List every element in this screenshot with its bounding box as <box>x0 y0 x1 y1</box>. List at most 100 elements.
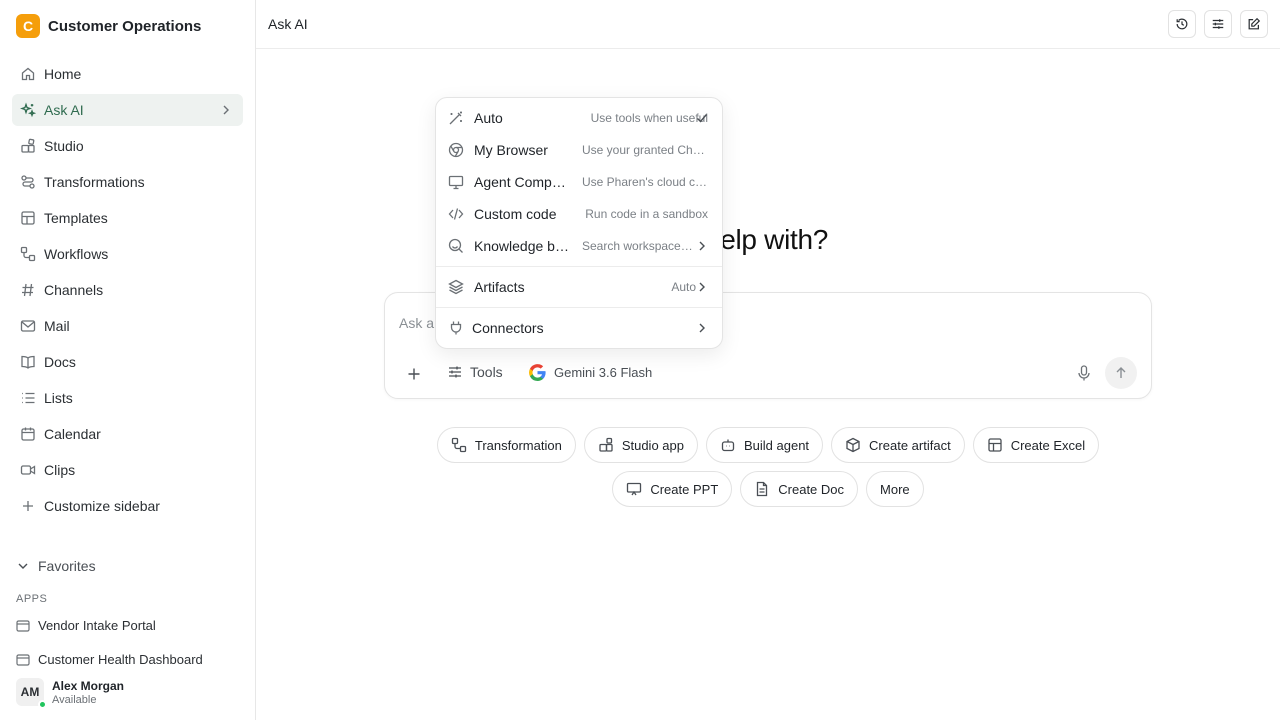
sidebar-item-channels[interactable]: Channels <box>12 274 243 306</box>
code-icon <box>448 208 464 220</box>
chip-studio-app[interactable]: Studio app <box>583 427 698 463</box>
chip-label: Studio app <box>621 437 684 453</box>
chip-build-agent[interactable]: Build agent <box>705 427 824 463</box>
menu-item-artifacts[interactable]: Artifacts Auto <box>436 271 722 303</box>
sidebar-item-label: Workflows <box>44 246 109 262</box>
chip-transformation[interactable]: Transformation <box>436 427 576 463</box>
workspace-logo: C <box>16 14 40 38</box>
sidebar-item-docs[interactable]: Docs <box>12 346 243 378</box>
sidebar-item-label: Customize sidebar <box>44 498 160 514</box>
sidebar-item-home[interactable]: Home <box>12 58 243 90</box>
menu-item-label: Knowledge base <box>474 238 570 254</box>
menu-item-label: Custom code <box>474 206 557 222</box>
sidebar-item-templates[interactable]: Templates <box>12 202 243 234</box>
chip-create-doc[interactable]: Create Doc <box>740 471 859 507</box>
plug-icon <box>450 321 462 335</box>
workspace-switcher[interactable]: C Customer Operations <box>16 14 201 38</box>
sidebar-item-label: Transformations <box>44 174 145 190</box>
app-item-vendor-intake[interactable]: Vendor Intake Portal <box>16 618 156 633</box>
settings-button[interactable] <box>1204 10 1232 38</box>
sidebar-item-customize[interactable]: Customize sidebar <box>12 490 243 522</box>
sidebar-item-label: Calendar <box>44 426 101 442</box>
avatar-initials: AM <box>20 685 40 699</box>
sidebar-item-label: Home <box>44 66 82 82</box>
mail-icon <box>20 320 36 332</box>
plus-icon[interactable] <box>405 365 423 383</box>
templates-icon <box>21 211 35 225</box>
sidebar-item-label: Docs <box>44 354 76 370</box>
menu-item-knowledge-base[interactable]: Knowledge base Search workspace knowledg… <box>436 230 722 262</box>
sidebar-item-clips[interactable]: Clips <box>12 454 243 486</box>
chip-label: Create PPT <box>650 481 719 497</box>
status-online-dot <box>38 700 47 709</box>
menu-item-label: Artifacts <box>474 279 525 295</box>
studio-icon <box>21 138 35 153</box>
chip-label: Create Excel <box>1010 437 1086 453</box>
sliders-icon <box>1212 19 1224 29</box>
list-icon <box>22 392 35 404</box>
chip-create-ppt[interactable]: Create PPT <box>612 471 733 507</box>
sidebar-item-studio[interactable]: Studio <box>12 130 243 162</box>
sidebar-item-ask-ai[interactable]: Ask AI <box>12 94 243 126</box>
send-button[interactable] <box>1105 357 1137 389</box>
app-window-icon <box>16 653 30 666</box>
microphone-icon[interactable] <box>1075 364 1093 382</box>
studio-icon <box>599 437 613 452</box>
sidebar-item-workflows[interactable]: Workflows <box>12 238 243 270</box>
home-icon <box>21 67 35 81</box>
book-icon <box>21 355 35 369</box>
avatar: AM <box>16 678 47 709</box>
sidebar-nav: Home Ask AI Studio Transformations Templ… <box>12 58 243 526</box>
suggestion-chips: Transformation Studio app Build agent Cr… <box>384 427 1152 507</box>
table-icon <box>988 438 1002 452</box>
menu-item-label: Agent Computer <box>474 174 570 190</box>
menu-item-desc: Use your granted Chrome browser <box>582 143 708 157</box>
sidebar-item-label: Studio <box>44 138 84 154</box>
sidebar-item-label: Ask AI <box>44 102 84 118</box>
menu-item-agent-computer[interactable]: Agent Computer Use Pharen's cloud comput… <box>436 166 722 198</box>
chrome-icon <box>448 142 464 158</box>
sidebar-item-label: Clips <box>44 462 76 478</box>
chip-label: Create Doc <box>778 481 845 497</box>
sidebar-item-lists[interactable]: Lists <box>12 382 243 414</box>
chip-label: More <box>880 481 910 497</box>
sidebar-item-label: Templates <box>44 210 108 226</box>
box-icon <box>846 437 860 453</box>
chip-create-artifact[interactable]: Create artifact <box>831 427 965 463</box>
presentation-icon <box>627 482 642 496</box>
monitor-icon <box>448 175 464 190</box>
workflows-icon <box>20 246 36 262</box>
chip-label: Build agent <box>743 437 810 453</box>
user-profile[interactable]: AM Alex Morgan Available <box>16 678 124 709</box>
menu-item-auto[interactable]: Auto Use tools when useful <box>436 102 722 134</box>
apps-section-label: APPS <box>16 593 48 605</box>
menu-item-my-browser[interactable]: My Browser Use your granted Chrome brows… <box>436 134 722 166</box>
magic-wand-icon <box>449 111 462 125</box>
model-selector[interactable]: Gemini 3.6 Flash <box>529 364 652 381</box>
chevron-down-icon <box>18 563 28 569</box>
app-window-icon <box>16 619 30 632</box>
favorites-toggle[interactable]: Favorites <box>16 558 96 574</box>
sidebar-item-mail[interactable]: Mail <box>12 310 243 342</box>
menu-item-custom-code[interactable]: Custom code Run code in a sandbox <box>436 198 722 230</box>
chevron-right-icon <box>699 241 705 251</box>
sidebar-item-label: Mail <box>44 318 70 334</box>
chevron-right-icon <box>699 282 705 292</box>
chip-create-excel[interactable]: Create Excel <box>972 427 1100 463</box>
menu-item-label: Connectors <box>472 320 544 336</box>
menu-item-connectors[interactable]: Connectors <box>436 312 722 344</box>
app-item-customer-health[interactable]: Customer Health Dashboard <box>16 652 203 667</box>
sliders-icon <box>449 366 461 378</box>
sidebar-item-transformations[interactable]: Transformations <box>12 166 243 198</box>
edit-icon <box>1248 17 1261 30</box>
sidebar-item-calendar[interactable]: Calendar <box>12 418 243 450</box>
new-chat-button[interactable] <box>1240 10 1268 38</box>
sparkles-icon <box>20 102 36 118</box>
menu-item-label: My Browser <box>474 142 548 158</box>
menu-divider <box>436 266 722 267</box>
chevron-right-icon[interactable] <box>219 103 233 117</box>
chip-more[interactable]: More <box>866 471 924 507</box>
tools-button[interactable]: Tools <box>447 364 503 380</box>
history-button[interactable] <box>1168 10 1196 38</box>
sidebar-item-label: Lists <box>44 390 73 406</box>
